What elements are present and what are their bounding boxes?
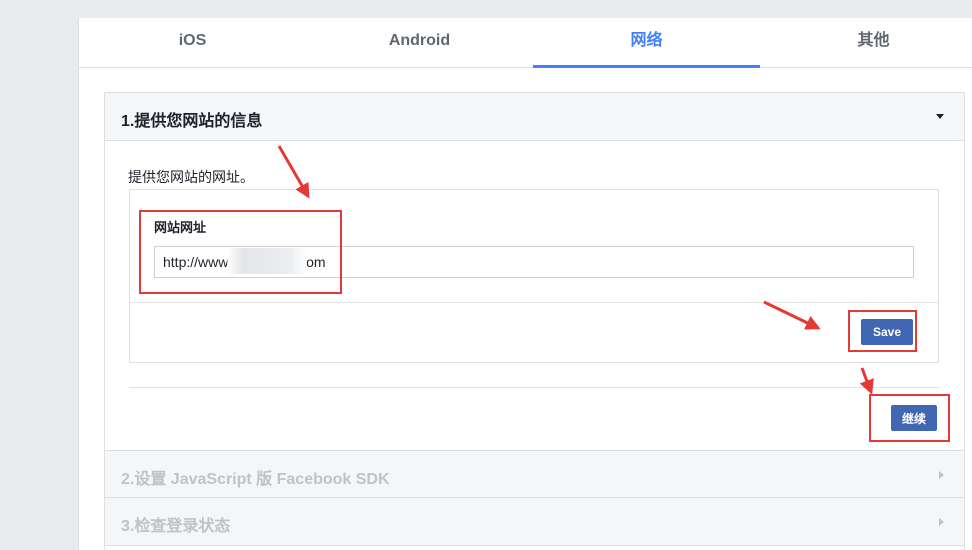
redaction-blur <box>227 248 307 274</box>
step-1-header[interactable]: 1.提供您网站的信息 <box>105 93 964 141</box>
step-2-header[interactable]: 2.设置 JavaScript 版 Facebook SDK <box>105 450 964 498</box>
step-1-divider <box>129 387 939 388</box>
tab-web[interactable]: 网络 <box>533 18 760 68</box>
site-url-label: 网站网址 <box>154 220 207 235</box>
platform-tabs: iOS Android 网络 其他 <box>79 18 972 68</box>
caret-right-icon <box>939 518 944 526</box>
setup-steps-panel: 1.提供您网站的信息 提供您网站的网址。 网站网址 Save 继续 2.设置 J… <box>104 92 965 550</box>
step-3-title: 3.检查登录状态 <box>121 518 231 535</box>
step-1-body: 提供您网站的网址。 网站网址 Save 继续 <box>105 142 964 450</box>
step-2-title: 2.设置 JavaScript 版 Facebook SDK <box>121 471 390 488</box>
form-divider <box>130 302 938 303</box>
continue-button[interactable]: 继续 <box>891 405 937 431</box>
step-3-header[interactable]: 3.检查登录状态 <box>105 498 964 546</box>
site-url-form: 网站网址 Save <box>129 189 939 363</box>
caret-right-icon <box>939 471 944 479</box>
app-dashboard-page: iOS Android 网络 其他 1.提供您网站的信息 提供您网站的网址。 网… <box>78 18 972 550</box>
save-button[interactable]: Save <box>861 319 913 345</box>
tab-android[interactable]: Android <box>306 18 533 68</box>
caret-down-icon <box>936 114 944 119</box>
tab-ios[interactable]: iOS <box>79 18 306 68</box>
tab-other[interactable]: 其他 <box>760 18 972 68</box>
step-1-title: 1.提供您网站的信息 <box>121 113 263 130</box>
step-1-description: 提供您网站的网址。 <box>128 169 254 185</box>
